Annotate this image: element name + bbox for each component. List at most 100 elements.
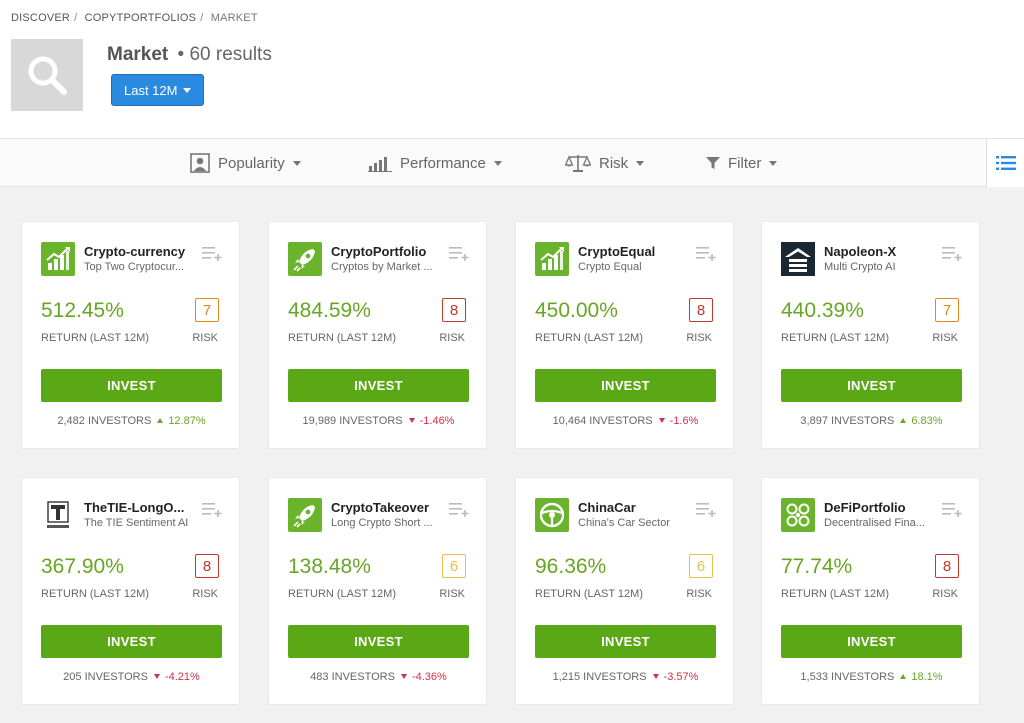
arrow-down-icon bbox=[652, 674, 659, 679]
invest-button[interactable]: INVEST bbox=[535, 369, 716, 402]
portfolio-card[interactable]: DeFiPortfolio Decentralised Fina... 77.7… bbox=[761, 477, 980, 705]
portfolio-subtitle: The TIE Sentiment AI bbox=[84, 517, 189, 529]
portfolio-card[interactable]: Napoleon-X Multi Crypto AI 440.39% RETUR… bbox=[761, 221, 980, 449]
network-icon bbox=[781, 498, 815, 532]
investors-row: 10,464 INVESTORS -1.6% bbox=[516, 415, 735, 427]
thetie-logo-icon bbox=[41, 498, 75, 532]
portfolio-card[interactable]: TheTIE-LongO... The TIE Sentiment AI 367… bbox=[21, 477, 240, 705]
add-to-watchlist-icon[interactable] bbox=[696, 501, 716, 517]
risk-score: 8 bbox=[935, 554, 959, 578]
investors-count: 205 INVESTORS bbox=[63, 671, 148, 683]
investors-count: 1,533 INVESTORS bbox=[800, 671, 895, 683]
return-value: 96.36% bbox=[535, 555, 607, 578]
investors-change: -1.46% bbox=[419, 415, 455, 427]
list-icon bbox=[995, 156, 1016, 170]
risk-label: RISK bbox=[439, 588, 465, 600]
risk-label: RISK bbox=[686, 588, 712, 600]
portfolio-name[interactable]: CryptoPortfolio bbox=[331, 244, 446, 259]
arrow-down-icon bbox=[153, 674, 160, 679]
invest-button[interactable]: INVEST bbox=[41, 625, 222, 658]
portfolio-name[interactable]: Napoleon-X bbox=[824, 244, 939, 259]
add-to-watchlist-icon[interactable] bbox=[202, 501, 222, 517]
return-value: 367.90% bbox=[41, 555, 124, 578]
return-label: RETURN (LAST 12M) bbox=[781, 588, 889, 600]
portfolio-name[interactable]: ChinaCar bbox=[578, 500, 693, 515]
portfolio-card[interactable]: CryptoEqual Crypto Equal 450.00% RETURN … bbox=[515, 221, 734, 449]
risk-label: RISK bbox=[686, 332, 712, 344]
scales-icon bbox=[565, 155, 591, 172]
investors-change: 18.1% bbox=[911, 671, 943, 683]
portfolio-logo bbox=[781, 242, 815, 276]
crumb-discover[interactable]: DISCOVER bbox=[11, 12, 70, 24]
chevron-down-icon bbox=[769, 160, 778, 166]
arrow-up-icon bbox=[900, 674, 907, 679]
portfolio-name[interactable]: CryptoEqual bbox=[578, 244, 693, 259]
portfolio-name[interactable]: Crypto-currency bbox=[84, 244, 199, 259]
performance-sort[interactable]: Performance bbox=[368, 139, 502, 187]
napoleon-logo-icon bbox=[781, 242, 815, 276]
investors-row: 3,897 INVESTORS 6.83% bbox=[762, 415, 981, 427]
add-to-watchlist-icon[interactable] bbox=[449, 245, 469, 261]
risk-sort[interactable]: Risk bbox=[565, 139, 645, 187]
invest-button[interactable]: INVEST bbox=[41, 369, 222, 402]
investors-count: 1,215 INVESTORS bbox=[552, 671, 647, 683]
return-label: RETURN (LAST 12M) bbox=[535, 332, 643, 344]
chevron-down-icon bbox=[183, 87, 192, 93]
add-to-watchlist-icon[interactable] bbox=[449, 501, 469, 517]
add-to-watchlist-icon[interactable] bbox=[202, 245, 222, 261]
rocket-icon bbox=[288, 498, 322, 532]
filter-button[interactable]: Filter bbox=[706, 139, 778, 187]
portfolio-subtitle: Cryptos by Market ... bbox=[331, 261, 433, 273]
results-count: • 60 results bbox=[177, 44, 272, 65]
arrow-down-icon bbox=[400, 674, 407, 679]
add-to-watchlist-icon[interactable] bbox=[942, 501, 962, 517]
return-label: RETURN (LAST 12M) bbox=[41, 588, 149, 600]
crumb-market: MARKET bbox=[210, 12, 258, 24]
arrow-up-icon bbox=[157, 418, 164, 423]
steering-wheel-icon bbox=[535, 498, 569, 532]
risk-label: RISK bbox=[439, 332, 465, 344]
return-label: RETURN (LAST 12M) bbox=[535, 588, 643, 600]
portfolio-name[interactable]: CryptoTakeover bbox=[331, 500, 446, 515]
crumb-copyportfolios[interactable]: COPYTPORTFOLIOS bbox=[85, 12, 197, 24]
investors-change: -3.57% bbox=[663, 671, 699, 683]
sort-toolbar: Popularity Performance Risk Filter bbox=[0, 139, 1024, 187]
page-title-text: Market bbox=[107, 44, 169, 65]
chevron-down-icon bbox=[292, 160, 301, 166]
return-value: 512.45% bbox=[41, 299, 124, 322]
portfolio-logo bbox=[41, 242, 75, 276]
return-value: 138.48% bbox=[288, 555, 371, 578]
breadcrumb: DISCOVER / COPYTPORTFOLIOS / MARKET bbox=[11, 12, 262, 24]
risk-label: RISK bbox=[192, 588, 218, 600]
performance-label: Performance bbox=[400, 154, 486, 172]
person-icon bbox=[190, 153, 210, 173]
portfolio-card[interactable]: ChinaCar China's Car Sector 96.36% RETUR… bbox=[515, 477, 734, 705]
list-view-toggle[interactable] bbox=[986, 139, 1024, 187]
investors-count: 10,464 INVESTORS bbox=[552, 415, 653, 427]
portfolio-name[interactable]: DeFiPortfolio bbox=[824, 500, 939, 515]
investors-count: 2,482 INVESTORS bbox=[57, 415, 152, 427]
investors-change: -1.6% bbox=[669, 415, 699, 427]
investors-row: 1,533 INVESTORS 18.1% bbox=[762, 671, 981, 683]
portfolio-card[interactable]: CryptoPortfolio Cryptos by Market ... 48… bbox=[268, 221, 487, 449]
return-value: 440.39% bbox=[781, 299, 864, 322]
portfolio-name[interactable]: TheTIE-LongO... bbox=[84, 500, 199, 515]
invest-button[interactable]: INVEST bbox=[781, 625, 962, 658]
portfolio-subtitle: Top Two Cryptocur... bbox=[84, 261, 185, 273]
invest-button[interactable]: INVEST bbox=[535, 625, 716, 658]
portfolio-card[interactable]: CryptoTakeover Long Crypto Short ... 138… bbox=[268, 477, 487, 705]
portfolio-card[interactable]: Crypto-currency Top Two Cryptocur... 512… bbox=[21, 221, 240, 449]
chevron-down-icon bbox=[636, 160, 645, 166]
add-to-watchlist-icon[interactable] bbox=[696, 245, 716, 261]
popularity-sort[interactable]: Popularity bbox=[190, 139, 301, 187]
return-label: RETURN (LAST 12M) bbox=[781, 332, 889, 344]
portfolio-logo bbox=[781, 498, 815, 532]
invest-button[interactable]: INVEST bbox=[781, 369, 962, 402]
add-to-watchlist-icon[interactable] bbox=[942, 245, 962, 261]
investors-change: 6.83% bbox=[911, 415, 943, 427]
period-dropdown[interactable]: Last 12M bbox=[111, 74, 205, 106]
filter-label: Filter bbox=[728, 154, 762, 172]
invest-button[interactable]: INVEST bbox=[288, 369, 469, 402]
invest-button[interactable]: INVEST bbox=[288, 625, 469, 658]
portfolio-logo bbox=[288, 242, 322, 276]
